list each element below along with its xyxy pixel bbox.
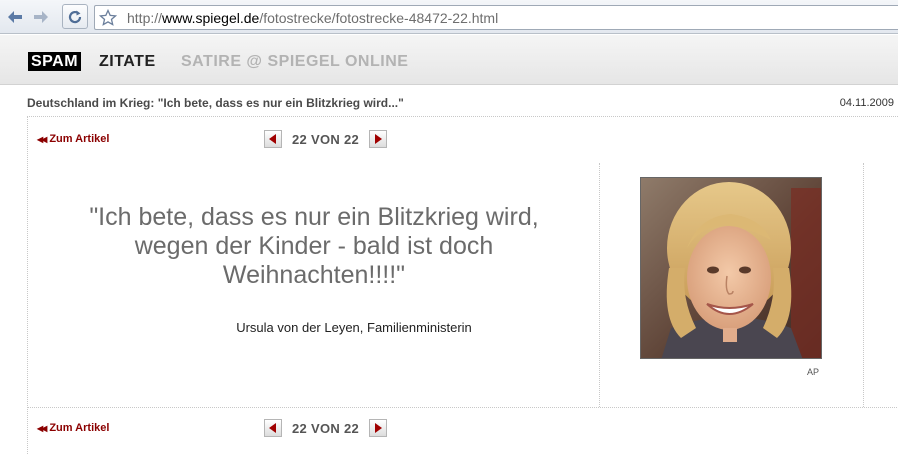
site-tagline[interactable]: SATIRE @ SPIEGEL ONLINE	[181, 53, 408, 71]
back-to-article-link-bottom[interactable]: ◀◀ Zum Artikel	[37, 422, 109, 434]
back-to-article-label: Zum Artikel	[49, 422, 110, 434]
browser-toolbar: http://www.spiegel.de/fotostrecke/fotost…	[0, 0, 898, 34]
back-arrow-icon[interactable]	[4, 6, 26, 28]
portrait-photo[interactable]	[640, 177, 822, 359]
next-arrow-icon	[375, 134, 383, 144]
prev-button[interactable]	[264, 130, 282, 148]
double-left-arrow-icon: ◀◀	[37, 134, 47, 144]
bookmark-star-icon[interactable]	[99, 9, 117, 27]
next-arrow-icon	[375, 423, 383, 433]
url-scheme: http://	[127, 10, 163, 26]
url-host: www.spiegel.de	[162, 10, 260, 26]
reload-icon	[68, 10, 82, 23]
article-title: Deutschland im Krieg: "Ich bete, dass es…	[27, 96, 404, 110]
quote-panel: "Ich bete, dass es nur ein Blitzkrieg wi…	[28, 163, 600, 407]
prev-arrow-icon	[269, 423, 276, 433]
gallery-nav-bottom: ◀◀ Zum Artikel 22 VON 22	[28, 418, 898, 442]
pager-counter-bottom: 22 VON 22	[292, 420, 360, 436]
quote-author: Ursula von der Leyen, Familienministerin	[236, 320, 472, 335]
divider	[28, 407, 898, 408]
back-to-article-link[interactable]: ◀◀ Zum Artikel	[37, 133, 109, 145]
spam-logo[interactable]: SPAM	[28, 52, 82, 71]
prev-arrow-icon	[269, 134, 276, 144]
reload-button[interactable]	[62, 4, 88, 29]
photo-panel: AP	[600, 163, 864, 407]
address-bar[interactable]: http://www.spiegel.de/fotostrecke/fotost…	[94, 5, 898, 30]
site-header: SPAM ZITATE SATIRE @ SPIEGEL ONLINE	[0, 35, 898, 85]
back-to-article-label: Zum Artikel	[49, 133, 110, 145]
double-left-arrow-icon: ◀◀	[37, 423, 47, 433]
pager-counter: 22 VON 22	[292, 131, 360, 147]
next-button-bottom[interactable]	[369, 419, 388, 437]
quote-text: "Ich bete, dass es nur ein Blitzkrieg wi…	[89, 203, 539, 289]
next-button[interactable]	[369, 130, 388, 148]
forward-arrow-icon[interactable]	[30, 6, 52, 28]
section-title[interactable]: ZITATE	[99, 53, 156, 71]
gallery-nav-top: ◀◀ Zum Artikel 22 VON 22	[28, 129, 898, 153]
url-text[interactable]: http://www.spiegel.de/fotostrecke/fotost…	[127, 10, 498, 26]
pager: 22 VON 22	[264, 129, 388, 149]
photo-credit: AP	[806, 367, 819, 377]
gallery-frame: ◀◀ Zum Artikel 22 VON 22 "Ich bete, dass…	[27, 116, 898, 454]
prev-button-bottom[interactable]	[264, 419, 282, 437]
article-date: 04.11.2009	[839, 97, 894, 109]
url-path: /fotostrecke/fotostrecke-48472-22.html	[259, 10, 499, 26]
pager-bottom: 22 VON 22	[264, 418, 388, 438]
